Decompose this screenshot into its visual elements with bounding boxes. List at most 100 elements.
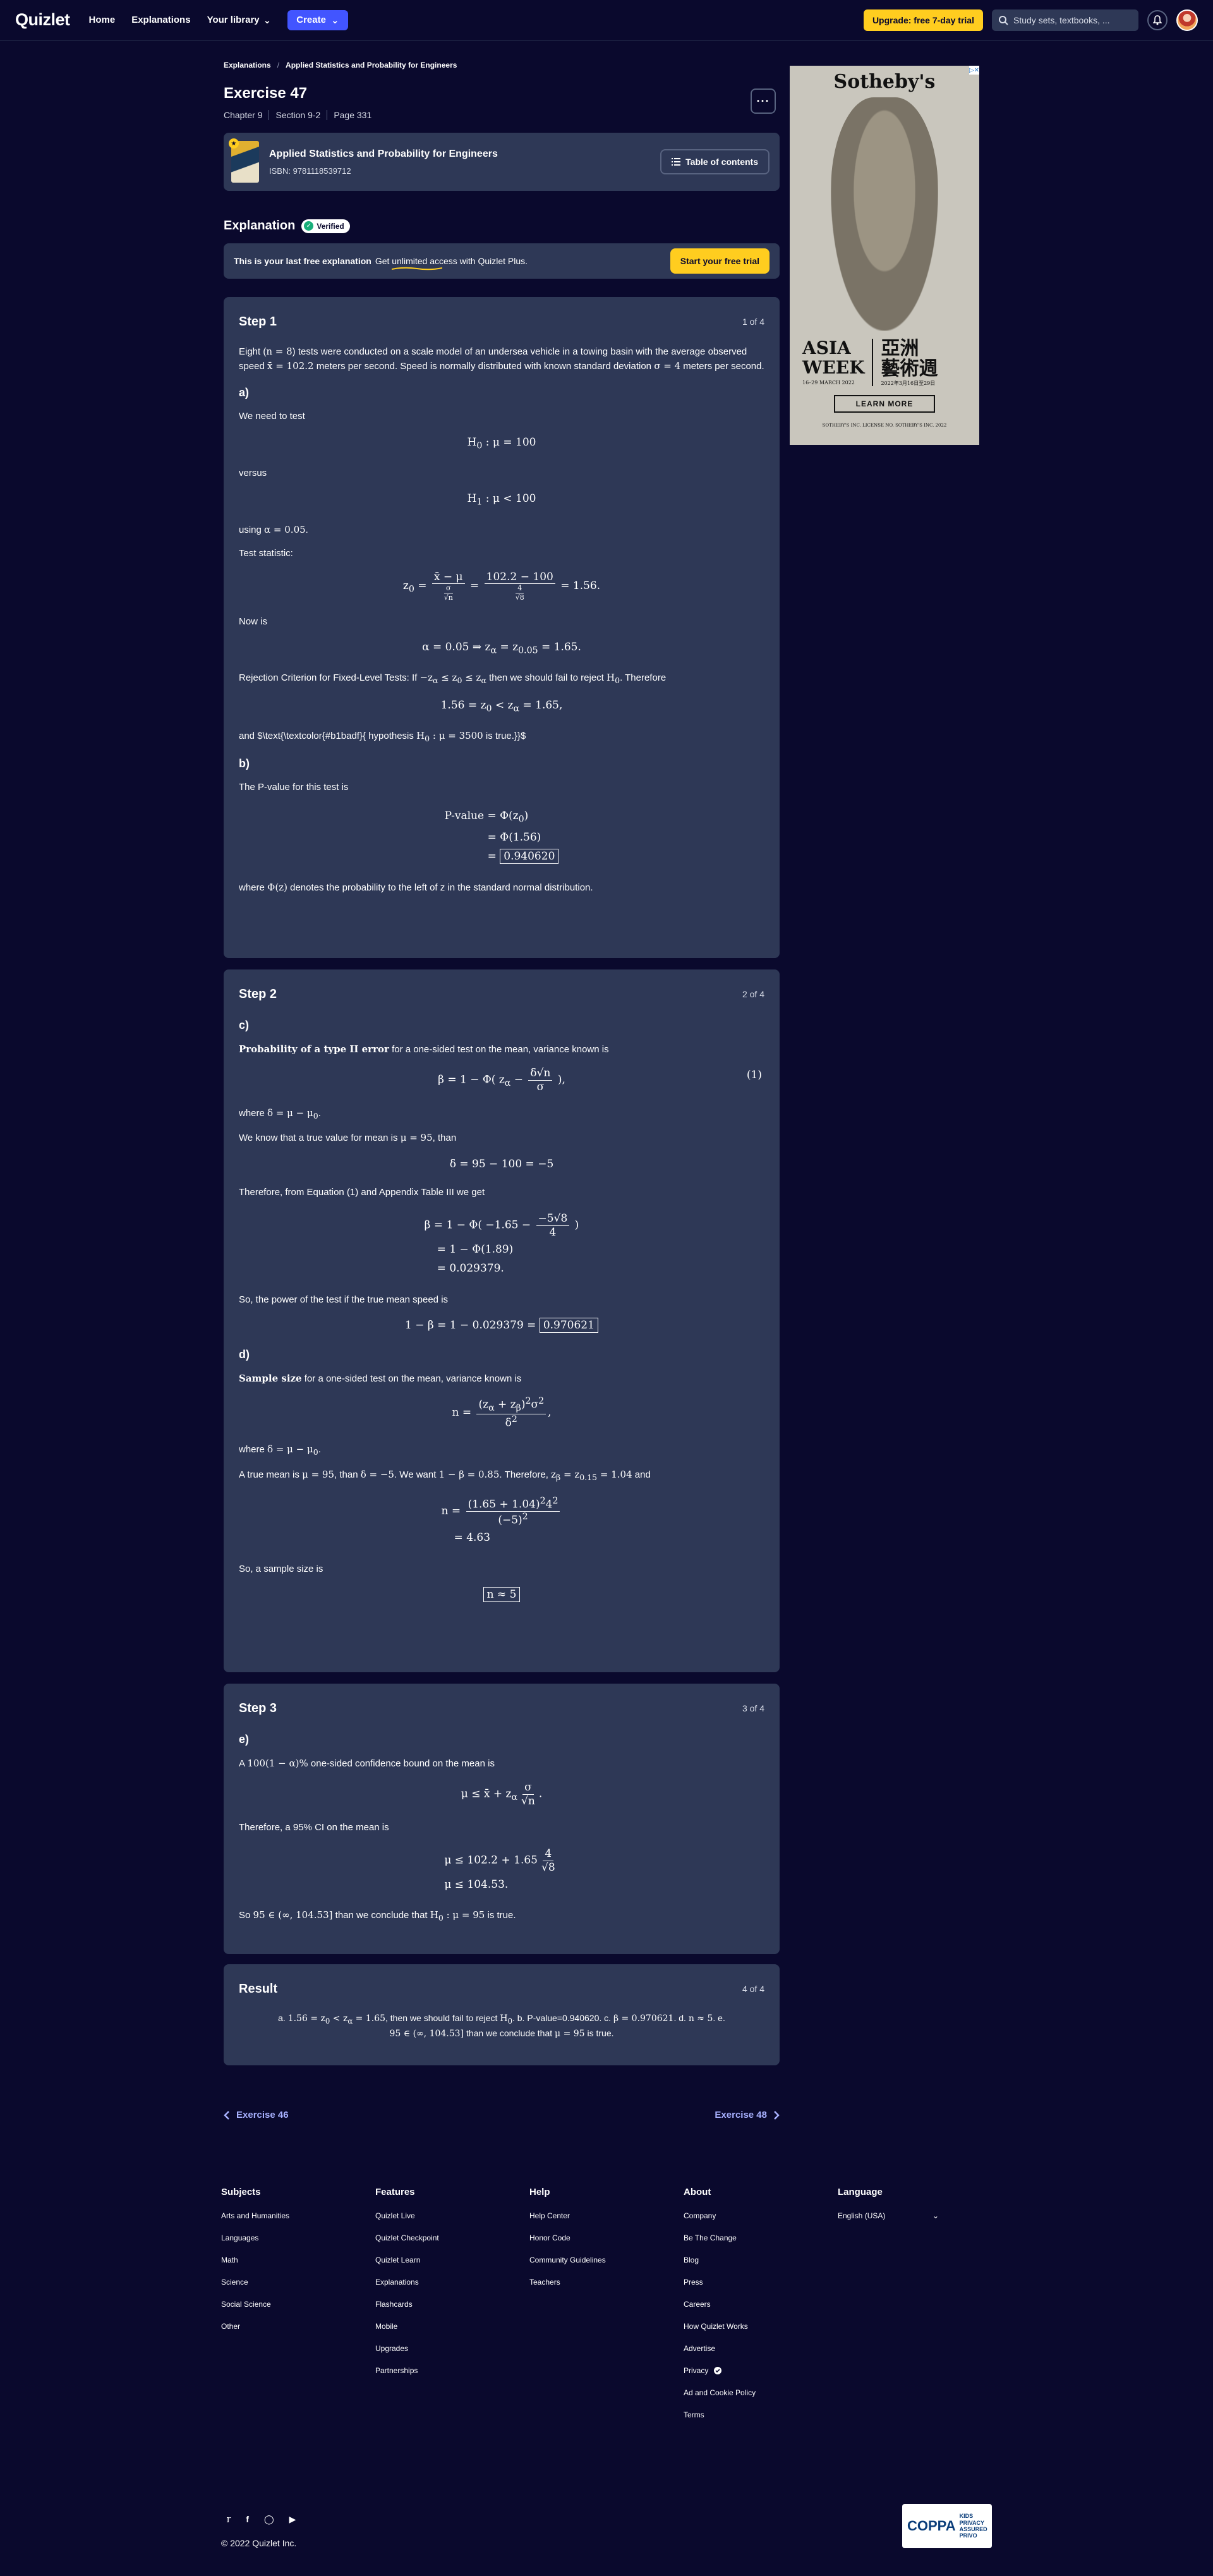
book-card[interactable]: ★ Applied Statistics and Probability for… xyxy=(224,133,780,191)
math-inline: σ = 4 xyxy=(654,360,681,372)
language-select[interactable]: English (USA) ⌄ xyxy=(838,2211,939,2220)
footer-link[interactable]: Quizlet Checkpoint xyxy=(375,2233,529,2242)
math-inline: μ = 95 xyxy=(555,2028,585,2039)
promo-bold-text: This is your last free explanation xyxy=(234,256,371,266)
previous-exercise-link[interactable]: Exercise 46 xyxy=(224,2110,289,2120)
ad-choices-icon[interactable]: ▷✕ xyxy=(969,66,979,75)
text-segment: is true. xyxy=(487,1910,516,1921)
more-options-button[interactable]: ··· xyxy=(751,88,776,114)
part-c-label: c) xyxy=(239,1019,250,1031)
text-segment: So xyxy=(239,1910,251,1921)
coppa-certification-badge[interactable]: COPPA KIDS PRIVACY ASSURED PRIVO xyxy=(902,2504,992,2548)
footer-link[interactable]: Math xyxy=(221,2256,375,2264)
footer-link[interactable]: Terms xyxy=(684,2410,838,2419)
footer-link[interactable]: Teachers xyxy=(529,2278,684,2287)
phi-definition-text: denotes the probability to the left of z… xyxy=(239,881,593,893)
beta-equation: β = 1 − Φ( zα − δ√n σ ), (1) xyxy=(438,1067,762,1093)
math-inline: Φ(z) xyxy=(267,881,287,893)
ellipsis-icon: ··· xyxy=(756,94,770,107)
book-title[interactable]: Applied Statistics and Probability for E… xyxy=(269,149,498,160)
footer-link[interactable]: Ad and Cookie Policy xyxy=(684,2388,838,2397)
breadcrumb-book[interactable]: Applied Statistics and Probability for E… xyxy=(286,61,457,70)
text-segment: and xyxy=(634,1469,651,1480)
step-title: Step 1 xyxy=(239,315,277,329)
math-inline: 1.56 = z0 < zα = 1.65 xyxy=(287,2014,386,2026)
footer-link[interactable]: Help Center xyxy=(529,2211,684,2220)
footer-link[interactable]: Community Guidelines xyxy=(529,2256,684,2264)
footer-link[interactable]: Explanations xyxy=(375,2278,529,2287)
math-inline: δ = μ − μ0 xyxy=(267,1107,318,1121)
footer-link[interactable]: Advertise xyxy=(684,2344,838,2353)
alpha-text: using α = 0.05. xyxy=(239,523,308,535)
upgrade-button[interactable]: Upgrade: free 7-day trial xyxy=(863,9,983,31)
footer-link[interactable]: Social Science xyxy=(221,2300,375,2309)
footer-link[interactable]: Company xyxy=(684,2211,838,2220)
create-button-label: Create xyxy=(296,15,326,25)
user-avatar[interactable] xyxy=(1176,9,1198,31)
exercise-pager: Exercise 46 Exercise 48 xyxy=(224,2110,780,2120)
part-d-label: d) xyxy=(239,1348,250,1361)
ad-brand: Sotheby's xyxy=(833,70,936,93)
twitter-icon[interactable]: 𝕣 xyxy=(226,2514,231,2525)
footer-link[interactable]: How Quizlet Works xyxy=(684,2322,838,2331)
book-isbn: ISBN: 9781118539712 xyxy=(269,166,351,176)
notifications-button[interactable] xyxy=(1147,9,1168,30)
nav-explanations[interactable]: Explanations xyxy=(131,15,190,25)
footer-link[interactable]: Careers xyxy=(684,2300,838,2309)
footer-link[interactable]: Other xyxy=(221,2322,375,2331)
ad-learn-more-button[interactable]: LEARN MORE xyxy=(834,395,935,413)
footer-link[interactable]: Science xyxy=(221,2278,375,2287)
therefore-text: Therefore, from Equation (1) and Appendi… xyxy=(239,1186,485,1198)
equation-number: (1) xyxy=(746,1069,762,1082)
comparison-equation: 1.56 = z0 < zα = 1.65, xyxy=(440,698,563,714)
ad-title-zh-line: 藝術週 xyxy=(881,357,938,380)
nav-your-library[interactable]: Your library ⌄ xyxy=(207,15,272,26)
quizlet-logo[interactable]: Quizlet xyxy=(15,10,70,30)
nav-home[interactable]: Home xyxy=(89,15,116,25)
math-inline: δ = μ − μ0 xyxy=(267,1443,318,1457)
text-segment: for a one-sided test on the mean, varian… xyxy=(392,1043,609,1055)
next-exercise-link[interactable]: Exercise 48 xyxy=(715,2110,780,2120)
footer-link[interactable]: Upgrades xyxy=(375,2344,529,2353)
advertisement[interactable]: ▷✕ Sotheby's ASIA WEEK 16–29 MARCH 2022 … xyxy=(790,66,979,445)
footer-link-privacy[interactable]: Privacy xyxy=(684,2366,838,2375)
text-segment: using xyxy=(239,524,262,535)
step-header: Step 1 1 of 4 xyxy=(239,312,764,332)
book-info: Applied Statistics and Probability for E… xyxy=(269,149,498,176)
ad-title-en: ASIA WEEK 16–29 MARCH 2022 xyxy=(802,338,874,387)
start-free-trial-button[interactable]: Start your free trial xyxy=(670,248,769,274)
search-input[interactable]: Study sets, textbooks, ... xyxy=(992,9,1138,31)
alternative-hypothesis: H1 : μ < 100 xyxy=(467,492,536,507)
breadcrumb-explanations[interactable]: Explanations xyxy=(224,61,271,70)
footer-link[interactable]: Languages xyxy=(221,2233,375,2242)
footer-link[interactable]: Blog xyxy=(684,2256,838,2264)
rejection-criterion-text: Rejection Criterion for Fixed-Level Test… xyxy=(239,671,764,686)
footer-link[interactable]: Flashcards xyxy=(375,2300,529,2309)
footer-heading: About xyxy=(684,2187,711,2197)
text-segment: where xyxy=(239,1444,265,1455)
coppa-line: ASSURED xyxy=(959,2526,987,2532)
footer-link[interactable]: Press xyxy=(684,2278,838,2287)
footer-link[interactable]: Be The Change xyxy=(684,2233,838,2242)
text-segment: denotes the probability to the left of z… xyxy=(290,882,593,893)
need-to-test-text: We need to test xyxy=(239,411,305,422)
create-button[interactable]: Create ⌄ xyxy=(287,9,348,30)
youtube-icon[interactable]: ▶ xyxy=(289,2514,296,2525)
footer-link[interactable]: Arts and Humanities xyxy=(221,2211,375,2220)
facebook-icon[interactable]: f xyxy=(246,2514,249,2525)
math-inline: zβ = z0.15 = 1.04 xyxy=(551,1468,632,1482)
footer-link[interactable]: Quizlet Learn xyxy=(375,2256,529,2264)
footer-link[interactable]: Mobile xyxy=(375,2322,529,2331)
footer-link[interactable]: Partnerships xyxy=(375,2366,529,2375)
sample-size-text: So, a sample size is xyxy=(239,1563,323,1574)
part-a-label: a) xyxy=(239,386,250,399)
footer-heading: Subjects xyxy=(221,2187,261,2197)
test-statistic-label: Test statistic: xyxy=(239,547,293,559)
footer-link[interactable]: Quizlet Live xyxy=(375,2211,529,2220)
instagram-icon[interactable]: ◯ xyxy=(264,2514,274,2525)
text-segment: then we should fail to reject xyxy=(489,672,604,684)
search-placeholder: Study sets, textbooks, ... xyxy=(1013,15,1110,25)
math-inline: −zα ≤ z0 ≤ zα xyxy=(419,672,486,686)
footer-link[interactable]: Honor Code xyxy=(529,2233,684,2242)
table-of-contents-button[interactable]: Table of contents xyxy=(660,149,769,174)
